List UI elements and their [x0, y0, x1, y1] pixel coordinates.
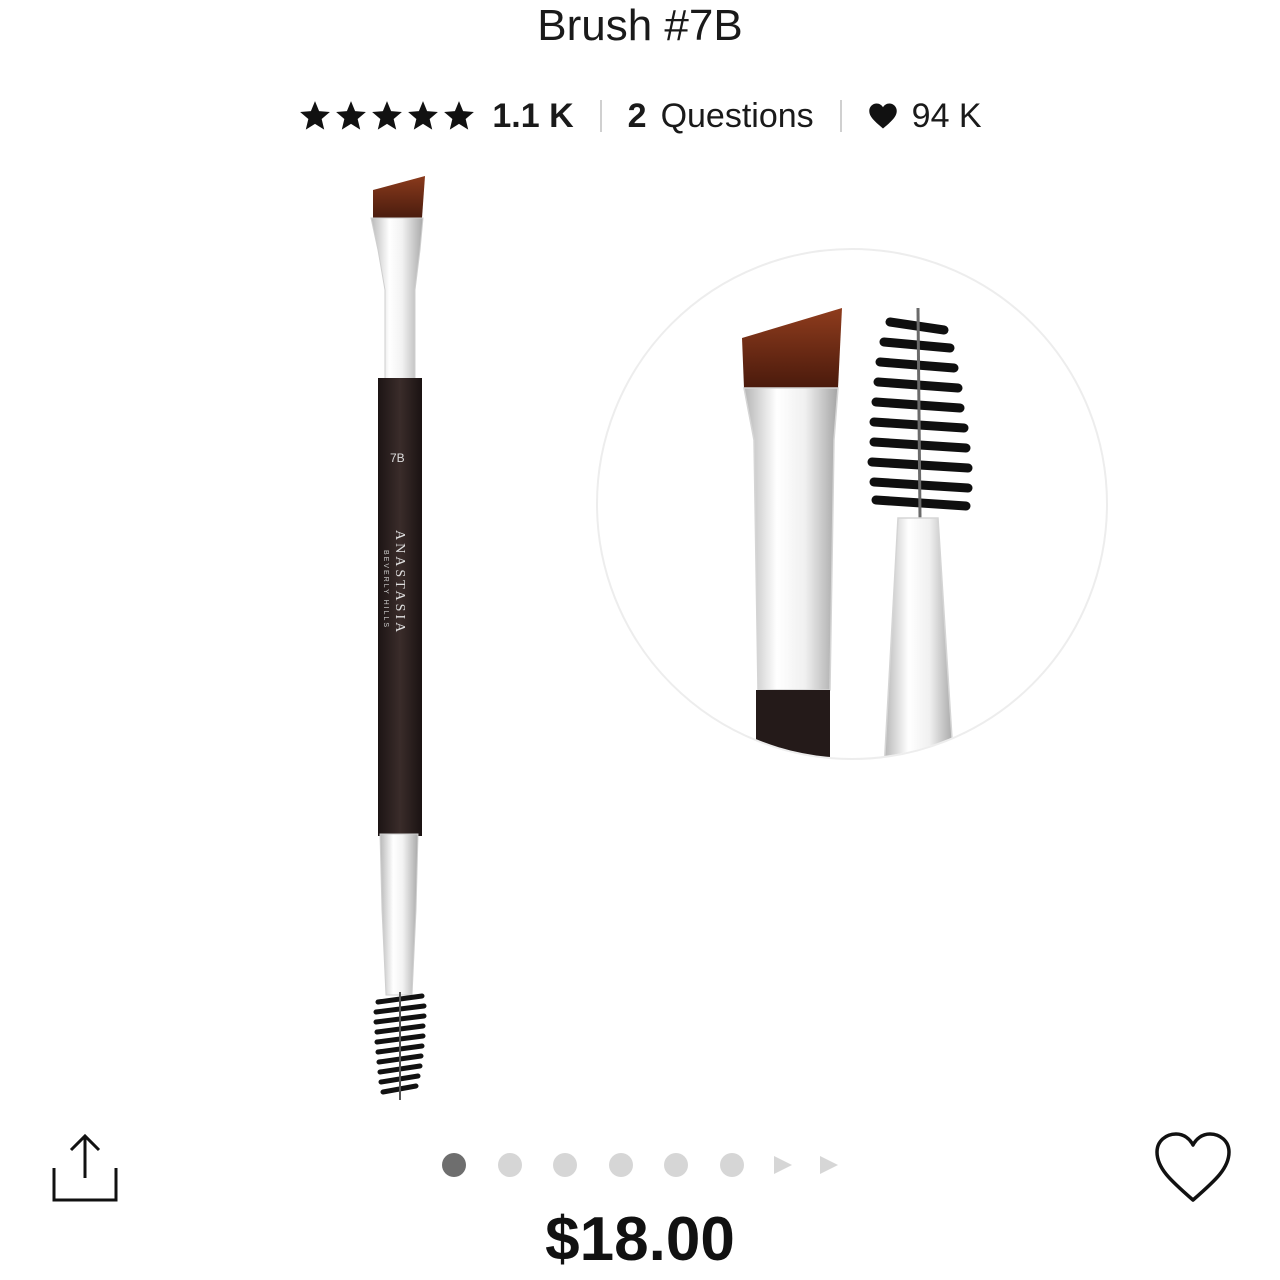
product-price: $18.00 [545, 1205, 735, 1274]
star-icon [444, 101, 475, 130]
brand-mark: ANASTASIA [392, 530, 407, 635]
questions-count[interactable]: 2 [628, 97, 647, 136]
carousel-dot[interactable] [553, 1153, 578, 1177]
divider [599, 100, 602, 132]
star-icon [336, 101, 367, 130]
divider [839, 100, 842, 132]
star-icon [408, 101, 439, 130]
carousel-dot[interactable] [442, 1153, 466, 1177]
image-carousel-indicators [0, 1153, 1280, 1179]
carousel-next-arrow-icon[interactable] [774, 1156, 792, 1174]
heart-filled-icon [868, 102, 898, 130]
brush-number-mark: 7B [390, 451, 405, 465]
product-title: Brush #7B [537, 1, 743, 50]
carousel-dot[interactable] [608, 1153, 633, 1177]
carousel-dot[interactable] [664, 1153, 689, 1177]
loves-count[interactable]: 94 K [912, 97, 982, 136]
star-icon [300, 101, 331, 130]
carousel-dot[interactable] [497, 1153, 522, 1177]
rating-stars[interactable] [298, 99, 476, 133]
questions-label[interactable]: Questions [661, 97, 814, 136]
rating-count[interactable]: 1.1 K [492, 97, 573, 136]
carousel-next-arrow-icon[interactable] [820, 1156, 838, 1174]
star-icon [372, 101, 403, 130]
product-meta-row: 1.1 K 2 Questions 94 K [0, 92, 1280, 140]
product-detail-zoom [596, 248, 1108, 760]
carousel-dot[interactable] [720, 1153, 744, 1177]
product-image[interactable]: 7B ANASTASIA BEVERLY HILLS [360, 170, 440, 1110]
brand-sub-mark: BEVERLY HILLS [382, 550, 389, 629]
